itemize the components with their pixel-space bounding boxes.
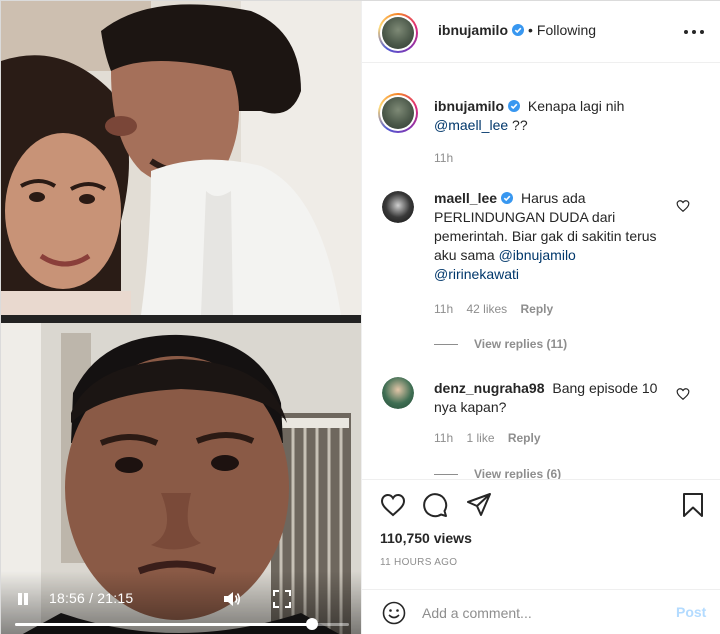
comment-like-heart-icon[interactable] — [676, 199, 690, 213]
caption-timestamp[interactable]: 11h — [434, 151, 453, 165]
view-replies-label[interactable]: View replies (11) — [474, 337, 567, 351]
avatar[interactable] — [378, 93, 418, 133]
comment-like-heart-icon[interactable] — [676, 387, 690, 401]
comment-meta: 11h 42 likes Reply — [434, 302, 563, 316]
avatar[interactable] — [382, 377, 414, 409]
comment-timestamp[interactable]: 11h — [434, 431, 453, 445]
add-comment-bar: Post — [362, 589, 720, 634]
verified-badge-icon — [512, 24, 524, 36]
video-frame-top — [1, 1, 361, 315]
following-button[interactable]: • Following — [528, 22, 596, 38]
comment-username[interactable]: maell_lee — [434, 190, 497, 206]
comment-icon[interactable] — [422, 492, 448, 518]
pause-icon[interactable] — [15, 591, 31, 607]
mention-link[interactable]: @ibnujamilo — [499, 247, 576, 263]
verified-badge-icon — [501, 192, 514, 204]
view-replies-button[interactable]: View replies (6) — [434, 467, 561, 479]
video-time: 18:56 / 21:15 — [49, 590, 134, 606]
comment-text: denz_nugraha98 Bang episode 10 nya kapan… — [434, 379, 674, 417]
video-controls: 18:56 / 21:15 — [1, 571, 361, 634]
video-progress-fill — [15, 623, 313, 626]
video-scrubber-handle[interactable] — [306, 618, 319, 630]
caption-meta: 11h — [434, 151, 463, 165]
volume-icon[interactable] — [223, 591, 241, 607]
reply-button[interactable]: Reply — [508, 431, 541, 445]
fullscreen-icon[interactable] — [273, 590, 291, 608]
view-replies-label[interactable]: View replies (6) — [474, 467, 561, 479]
post-header: ibnujamilo • Following — [362, 1, 720, 63]
more-options-icon[interactable] — [684, 23, 704, 39]
comment-likes[interactable]: 1 like — [466, 431, 494, 445]
post-timestamp[interactable]: 11 HOURS AGO — [380, 557, 457, 568]
view-replies-button[interactable]: View replies (11) — [434, 337, 567, 351]
mention-link[interactable]: @maell_lee — [434, 117, 508, 133]
post-actions: 110,750 views 11 HOURS AGO — [362, 479, 720, 589]
caption-username[interactable]: ibnujamilo — [434, 98, 504, 114]
caption-suffix: ?? — [508, 117, 528, 133]
comment-likes[interactable]: 42 likes — [466, 302, 507, 316]
heart-icon[interactable] — [380, 492, 406, 518]
video-player[interactable]: 18:56 / 21:15 — [1, 1, 361, 634]
post-dialog: 18:56 / 21:15 ibnujamilo • Following ibn… — [0, 0, 720, 634]
avatar[interactable] — [378, 13, 418, 53]
caption-text: ibnujamilo Kenapa lagi nih @maell_lee ?? — [434, 97, 694, 135]
verified-badge-icon — [508, 100, 520, 112]
share-icon[interactable] — [466, 492, 492, 518]
post-comment-button[interactable]: Post — [676, 604, 706, 620]
following-label[interactable]: Following — [537, 22, 596, 38]
post-side-panel: ibnujamilo • Following ibnujamilo Kenapa … — [361, 1, 720, 634]
mention-link[interactable]: @ririnekawati — [434, 266, 519, 282]
comment-timestamp[interactable]: 11h — [434, 302, 453, 316]
comment-meta: 11h 1 like Reply — [434, 431, 551, 445]
comment-text: maell_lee Harus ada PERLINDUNGAN DUDA da… — [434, 189, 674, 284]
video-scene-couple — [1, 1, 361, 315]
comment-input[interactable] — [422, 602, 662, 624]
reply-button[interactable]: Reply — [521, 302, 554, 316]
avatar[interactable] — [382, 191, 414, 223]
comment-username[interactable]: denz_nugraha98 — [434, 380, 544, 396]
video-progress-bar[interactable] — [15, 618, 349, 630]
bookmark-icon[interactable] — [680, 492, 706, 518]
header-username-text[interactable]: ibnujamilo — [438, 22, 508, 38]
emoji-icon[interactable] — [382, 601, 406, 625]
video-split-divider — [1, 315, 361, 323]
caption-body: Kenapa lagi nih — [527, 98, 625, 114]
comments-list: ibnujamilo Kenapa lagi nih @maell_lee ??… — [362, 63, 720, 479]
header-username[interactable]: ibnujamilo — [438, 22, 524, 38]
view-count[interactable]: 110,750 views — [380, 530, 472, 546]
separator-dot: • — [528, 22, 533, 38]
